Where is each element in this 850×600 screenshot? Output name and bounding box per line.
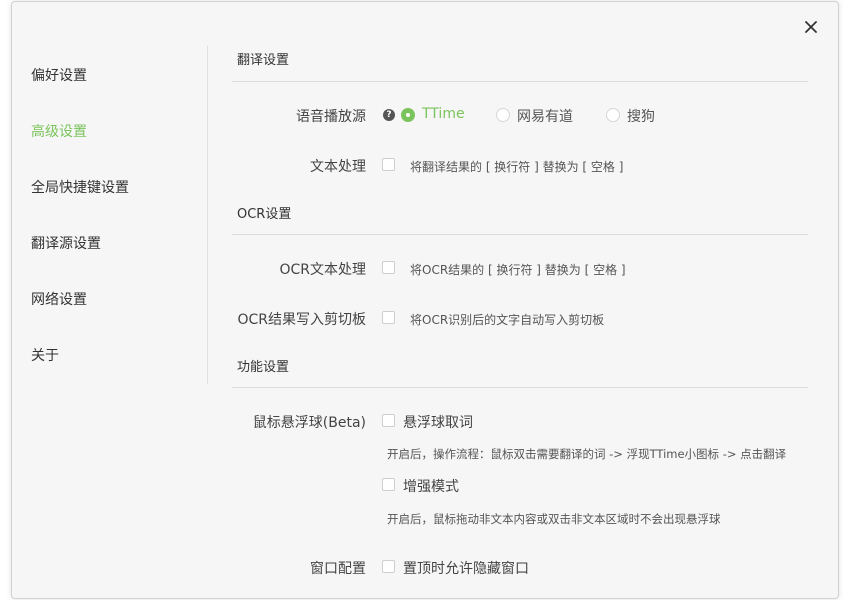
settings-window: 偏好设置 高级设置 全局快捷键设置 翻译源设置 网络设置 关于 翻译设置 语音播… bbox=[11, 1, 839, 599]
voice-source-label: 语音播放源 bbox=[296, 109, 366, 125]
voice-option-ttime-radio[interactable] bbox=[401, 108, 415, 122]
window-hide-text[interactable]: 置顶时允许隐藏窗口 bbox=[403, 558, 529, 578]
hover-ball-checkbox[interactable] bbox=[382, 414, 395, 427]
ocr-newline-text[interactable]: 将OCR结果的 [ 换行符 ] 替换为 [ 空格 ] bbox=[410, 261, 626, 278]
divider bbox=[232, 81, 808, 82]
sidebar-item-about[interactable]: 关于 bbox=[31, 345, 59, 365]
enhance-mode-text[interactable]: 增强模式 bbox=[403, 476, 459, 496]
window-config-label: 窗口配置 bbox=[310, 561, 366, 577]
section-title-ocr: OCR设置 bbox=[237, 207, 292, 222]
section-title-feature: 功能设置 bbox=[237, 360, 290, 375]
enhance-mode-checkbox[interactable] bbox=[382, 478, 395, 491]
translate-newline-text[interactable]: 将翻译结果的 [ 换行符 ] 替换为 [ 空格 ] bbox=[410, 158, 623, 175]
divider bbox=[232, 234, 808, 235]
text-processing-label: 文本处理 bbox=[310, 159, 366, 175]
ocr-clipboard-text[interactable]: 将OCR识别后的文字自动写入剪切板 bbox=[410, 311, 604, 328]
help-icon[interactable]: ? bbox=[383, 109, 395, 121]
ocr-clipboard-checkbox[interactable] bbox=[382, 311, 395, 324]
voice-option-sogou-label[interactable]: 搜狗 bbox=[627, 106, 655, 126]
translate-newline-checkbox[interactable] bbox=[382, 158, 395, 171]
voice-option-ttime-label[interactable]: TTime bbox=[422, 106, 465, 122]
ocr-text-processing-label: OCR文本处理 bbox=[279, 262, 366, 278]
voice-option-youdao-label[interactable]: 网易有道 bbox=[517, 106, 573, 126]
hover-ball-text[interactable]: 悬浮球取词 bbox=[403, 412, 473, 432]
sidebar-item-shortcuts[interactable]: 全局快捷键设置 bbox=[31, 177, 129, 197]
section-title-translate: 翻译设置 bbox=[237, 53, 290, 68]
sidebar-item-network[interactable]: 网络设置 bbox=[31, 289, 87, 309]
window-hide-checkbox[interactable] bbox=[382, 560, 395, 573]
sidebar-item-preferences[interactable]: 偏好设置 bbox=[31, 65, 87, 85]
sidebar-item-advanced[interactable]: 高级设置 bbox=[31, 121, 87, 141]
close-icon bbox=[805, 21, 817, 33]
close-button[interactable] bbox=[800, 16, 822, 38]
sidebar-item-translation-sources[interactable]: 翻译源设置 bbox=[31, 233, 101, 253]
ocr-newline-checkbox[interactable] bbox=[382, 261, 395, 274]
sidebar bbox=[12, 46, 208, 384]
divider bbox=[232, 387, 808, 388]
ocr-clipboard-label: OCR结果写入剪切板 bbox=[237, 312, 366, 328]
enhance-mode-hint: 开启后，鼠标拖动非文本内容或双击非文本区域时不会出现悬浮球 bbox=[387, 512, 721, 526]
voice-option-sogou-radio[interactable] bbox=[606, 108, 620, 122]
voice-option-youdao-radio[interactable] bbox=[496, 108, 510, 122]
hover-ball-hint: 开启后，操作流程：鼠标双击需要翻译的词 -> 浮现TTime小图标 -> 点击翻… bbox=[387, 447, 787, 461]
hover-ball-label: 鼠标悬浮球(Beta) bbox=[252, 415, 366, 431]
